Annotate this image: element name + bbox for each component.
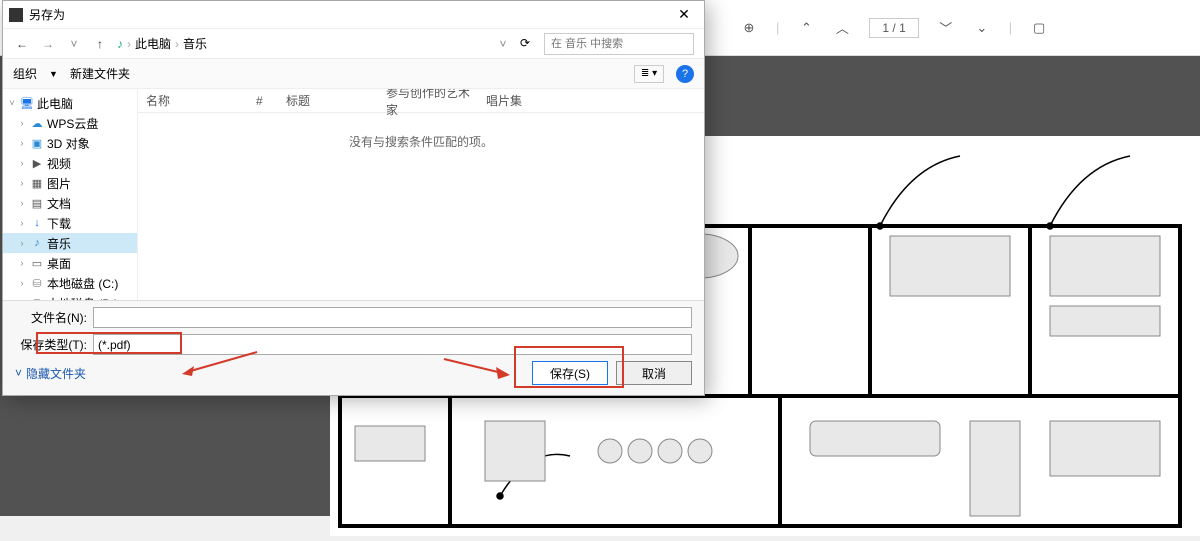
tree-item-label: 此电脑 <box>37 95 73 112</box>
chevron-down-icon: ˅ <box>15 366 22 380</box>
tree-item-[interactable]: ›♪音乐 <box>3 233 137 253</box>
tree-item-[interactable]: ›▤文档 <box>3 193 137 213</box>
organize-menu[interactable]: 组织 <box>13 65 37 82</box>
save-as-dialog: 另存为 ✕ ← → ˅ ↑ ♪ › 此电脑 › 音乐 ˅ ⟳ 组织▼ 新建文件夹… <box>2 0 705 396</box>
folder-icon: ▦ <box>30 176 44 190</box>
crumb-root[interactable]: 此电脑 <box>135 35 171 52</box>
tree-item-3d[interactable]: ›▣3D 对象 <box>3 133 137 153</box>
hide-folders-toggle[interactable]: ˅隐藏文件夹 <box>15 365 86 382</box>
present-icon[interactable]: ▢ <box>1030 19 1048 37</box>
music-icon: ♪ <box>117 37 123 51</box>
view-mode-button[interactable]: ≣ ▾ <box>634 65 664 83</box>
tree-item-[interactable]: ›▶视频 <box>3 153 137 173</box>
filename-label: 文件名(N): <box>15 309 87 326</box>
breadcrumb[interactable]: ♪ › 此电脑 › 音乐 <box>117 35 486 52</box>
toolbar-separator: | <box>776 20 779 35</box>
tree-item-c[interactable]: ›⛁本地磁盘 (C:) <box>3 273 137 293</box>
nav-row: ← → ˅ ↑ ♪ › 此电脑 › 音乐 ˅ ⟳ <box>3 29 704 59</box>
nav-recent-icon[interactable]: ˅ <box>65 37 83 51</box>
filetype-select[interactable]: (*.pdf) <box>93 334 692 355</box>
chevron-icon: › <box>17 278 27 288</box>
folder-icon: ▭ <box>30 256 44 270</box>
col-num[interactable]: # <box>248 94 278 108</box>
chevron-icon: › <box>17 178 27 188</box>
save-button[interactable]: 保存(S) <box>532 361 608 385</box>
crumb-folder[interactable]: 音乐 <box>183 35 207 52</box>
new-folder-button[interactable]: 新建文件夹 <box>70 65 130 82</box>
chevron-icon: › <box>17 198 27 208</box>
tree-item-label: 音乐 <box>47 235 71 252</box>
zoom-in-icon[interactable]: ⊕ <box>740 19 758 37</box>
toolbar-row: 组织▼ 新建文件夹 ≣ ▾ ? <box>3 59 704 89</box>
chevron-icon: › <box>17 238 27 248</box>
folder-icon: 🖥 <box>20 96 34 110</box>
chevron-icon: › <box>17 118 27 128</box>
tree-item-label: 3D 对象 <box>47 135 90 152</box>
page-first-icon[interactable]: ⌃ <box>797 19 815 37</box>
tree-item-label: 图片 <box>47 175 71 192</box>
filename-input[interactable] <box>93 307 692 328</box>
folder-icon: ♪ <box>30 236 44 250</box>
help-icon[interactable]: ? <box>676 65 694 83</box>
folder-icon: ⛁ <box>30 276 44 290</box>
col-album[interactable]: 唱片集 <box>478 92 538 109</box>
folder-icon: ▣ <box>30 136 44 150</box>
nav-back-icon[interactable]: ← <box>13 37 31 51</box>
col-title[interactable]: 标题 <box>278 92 378 109</box>
dialog-title: 另存为 <box>29 6 670 23</box>
page-sep: / <box>892 21 895 35</box>
chevron-icon: › <box>17 218 27 228</box>
refresh-icon[interactable]: ⟳ <box>520 36 536 52</box>
column-headers: 名称 # 标题 参与创作的艺术家 唱片集 <box>138 89 704 113</box>
tree-item-label: 视频 <box>47 155 71 172</box>
crumb-dropdown-icon[interactable]: ˅ <box>494 37 512 51</box>
tree-item-[interactable]: ›▦图片 <box>3 173 137 193</box>
search-input[interactable] <box>544 33 694 55</box>
close-button[interactable]: ✕ <box>670 6 698 23</box>
page-last-icon[interactable]: ⌄ <box>973 19 991 37</box>
filetype-label: 保存类型(T): <box>15 336 87 353</box>
folder-icon: ▶ <box>30 156 44 170</box>
tree-item-wps[interactable]: ›☁WPS云盘 <box>3 113 137 133</box>
chevron-icon: › <box>17 138 27 148</box>
app-icon <box>9 8 23 22</box>
folder-icon: ▤ <box>30 196 44 210</box>
file-list-panel: 名称 # 标题 参与创作的艺术家 唱片集 没有与搜索条件匹配的项。 <box>138 89 704 300</box>
chevron-icon: › <box>17 158 27 168</box>
folder-icon: ☁ <box>30 116 44 130</box>
chevron-right-icon: › <box>127 37 131 51</box>
tree-item-label: 本地磁盘 (C:) <box>47 275 118 292</box>
dialog-titlebar: 另存为 ✕ <box>3 1 704 29</box>
tree-item-[interactable]: ˅🖥此电脑 <box>3 93 137 113</box>
cancel-button[interactable]: 取消 <box>616 361 692 385</box>
chevron-icon: › <box>17 258 27 268</box>
page-indicator[interactable]: 1 / 1 <box>869 18 918 38</box>
page-current: 1 <box>882 21 889 35</box>
tree-item-[interactable]: ›↓下载 <box>3 213 137 233</box>
tree-item-label: WPS云盘 <box>47 115 98 132</box>
nav-up-icon[interactable]: ↑ <box>91 37 109 51</box>
chevron-right-icon: › <box>175 37 179 51</box>
chevron-icon: ˅ <box>7 98 17 108</box>
tree-item-d[interactable]: ›⛁本地磁盘 (D:) <box>3 293 137 300</box>
empty-message: 没有与搜索条件匹配的项。 <box>138 113 704 300</box>
nav-forward-icon: → <box>39 37 57 51</box>
toolbar-separator: | <box>1009 20 1012 35</box>
dialog-bottom: 文件名(N): 保存类型(T): (*.pdf) ˅隐藏文件夹 保存(S) 取消 <box>3 300 704 395</box>
page-total: 1 <box>899 21 906 35</box>
page-up-icon[interactable]: ︿ <box>833 19 851 37</box>
folder-tree: ˅🖥此电脑›☁WPS云盘›▣3D 对象›▶视频›▦图片›▤文档›↓下载›♪音乐›… <box>3 89 138 300</box>
tree-item-[interactable]: ›▭桌面 <box>3 253 137 273</box>
tree-item-label: 文档 <box>47 195 71 212</box>
tree-item-label: 桌面 <box>47 255 71 272</box>
col-name[interactable]: 名称 <box>138 92 248 109</box>
folder-icon: ↓ <box>30 216 44 230</box>
tree-item-label: 下载 <box>47 215 71 232</box>
page-down-icon[interactable]: ﹀ <box>937 19 955 37</box>
